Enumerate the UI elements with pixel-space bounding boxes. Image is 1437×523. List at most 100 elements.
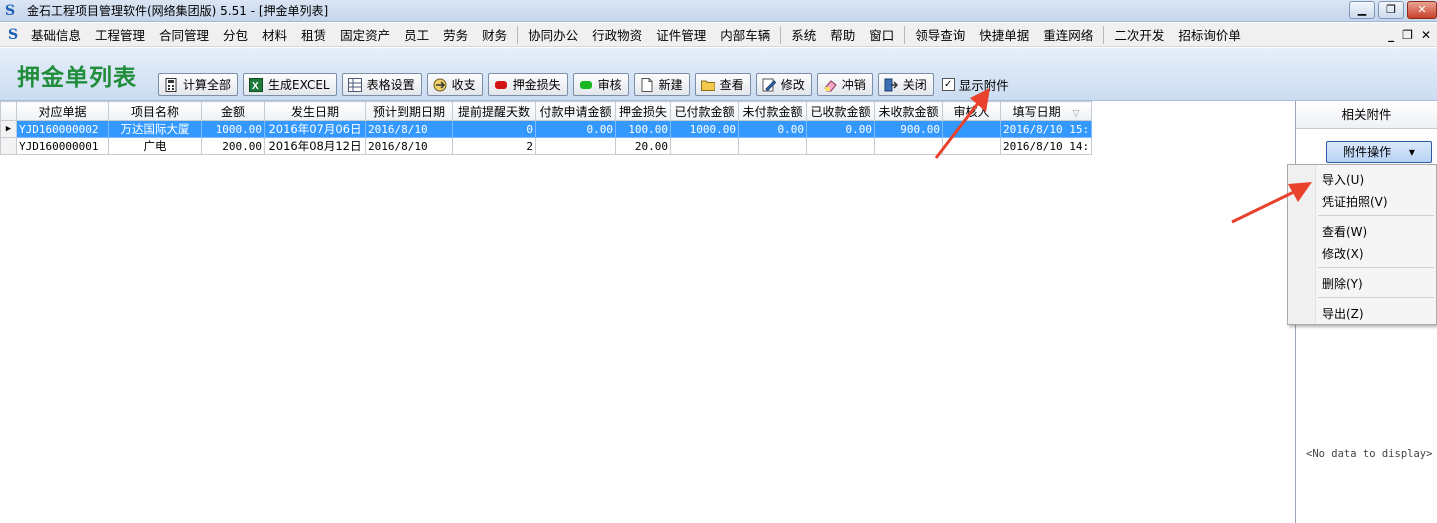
menu-item[interactable]: 工程管理 — [88, 25, 152, 44]
menu-item[interactable]: 二次开发 — [1107, 25, 1171, 44]
column-header[interactable]: 已收款金额 — [806, 101, 875, 121]
column-header[interactable]: 审核人 — [942, 101, 1001, 121]
column-header[interactable]: 未付款金额 — [738, 101, 807, 121]
toolbar-button-label: 押金损失 — [512, 78, 561, 92]
page-header: 押金单列表 计算全部 X 生成EXCEL 表格设置 收支 押金损失 审核 新建 查看 修改 冲销 关闭… — [0, 48, 1437, 101]
toolbar-button[interactable]: 计算全部 — [158, 73, 239, 96]
toolbar-button-label: 计算全部 — [183, 78, 232, 92]
column-header[interactable]: 填写日期 ▽ — [999, 101, 1093, 121]
deposit-table: 对应单据 项目名称 金额 发生日期 预计到期日期 提前提醒天数 付款申请金额 押金损失 已付款金… — [0, 101, 1093, 155]
table-cell — [942, 137, 1001, 155]
menu-item[interactable]: 重连网络 — [1036, 25, 1100, 44]
menu-item[interactable]: 快捷单据 — [972, 25, 1036, 44]
table-cell: 2016年07月06日 — [264, 120, 366, 138]
menu-item[interactable]: 招标询价单 — [1171, 25, 1248, 44]
toolbar-button[interactable]: 查看 — [694, 73, 751, 96]
menu-item[interactable]: 基础信息 — [24, 25, 88, 44]
toolbar-button[interactable]: X 生成EXCEL — [243, 73, 337, 96]
toolbar-button[interactable]: 修改 — [755, 73, 812, 96]
column-header[interactable]: 发生日期 — [264, 101, 366, 121]
column-header[interactable]: 已付款金额 — [670, 101, 739, 121]
menu-item[interactable]: 财务 — [475, 25, 514, 44]
mdi-minimize-button[interactable]: _ — [1388, 28, 1394, 42]
toolbar-button[interactable]: 审核 — [572, 73, 629, 96]
toolbar-button[interactable]: 表格设置 — [341, 73, 422, 96]
table-cell: 0.00 — [535, 120, 616, 138]
menu-separator — [1318, 267, 1434, 268]
column-header[interactable]: 预计到期日期 — [365, 101, 453, 121]
show-attachments-checkbox[interactable]: ✓ — [941, 78, 955, 91]
menu-item[interactable]: 协同办公 — [521, 25, 585, 44]
toolbar-button-label: 冲销 — [841, 78, 866, 92]
app-logo-icon: S — [5, 2, 16, 19]
menu-item[interactable]: 固定资产 — [333, 25, 397, 44]
menu-item[interactable]: 租赁 — [294, 25, 333, 44]
menubar: S 基础信息 工程管理 合同管理 分包 材料 租赁 固定资产 员工 劳务 财务 协同办公 行政物资 证件… — [0, 23, 1437, 47]
svg-text:X: X — [252, 81, 259, 92]
table-cell: YJD160000002 — [16, 120, 109, 138]
toolbar-button-label: 生成EXCEL — [268, 78, 330, 92]
column-header[interactable]: 项目名称 — [108, 101, 202, 121]
table-cell: 1000.00 — [670, 120, 739, 138]
calculator-icon — [164, 77, 178, 92]
attachment-menu-item[interactable]: 修改(X) — [1322, 245, 1364, 262]
menu-item[interactable]: 合同管理 — [152, 25, 216, 44]
attachment-menu-item[interactable]: 导出(Z) — [1322, 305, 1364, 322]
column-header[interactable]: 付款申请金额 — [535, 101, 616, 121]
red-dot-icon — [494, 78, 508, 92]
table-cell: 2016/8/10 — [365, 137, 453, 155]
mdi-restore-button[interactable]: ❐ — [1402, 28, 1413, 42]
show-attachments-toggle[interactable]: ✓ 显示附件 — [941, 75, 1009, 94]
column-header[interactable]: 提前提醒天数 — [452, 101, 536, 121]
toolbar-button[interactable]: 押金损失 — [487, 73, 568, 96]
menu-item[interactable]: 员工 — [397, 25, 436, 44]
column-header[interactable]: 对应单据 — [16, 101, 109, 121]
toolbar-button[interactable]: 新建 — [633, 73, 690, 96]
page-title: 押金单列表 — [17, 64, 137, 91]
menu-separator — [904, 25, 906, 44]
table-row[interactable]: YJD160000001 广电 200.00 2016年08月12日 2016/8/10… — [0, 137, 1093, 155]
menu-item[interactable]: 行政物资 — [585, 25, 649, 44]
menu-item[interactable]: 帮助 — [823, 25, 862, 44]
menu-item[interactable]: 分包 — [216, 25, 255, 44]
table-cell — [942, 120, 1001, 138]
attachment-ops-menu: 导入(U) 凭证拍照(V) 查看(W) 修改(X) 删除(Y) 导出(Z) — [1287, 164, 1437, 325]
table-cell: 2 — [452, 137, 536, 155]
attachment-menu-item[interactable]: 查看(W) — [1322, 223, 1367, 240]
row-indicator — [0, 137, 17, 155]
table-cell: 0.00 — [738, 120, 807, 138]
edit-icon — [762, 78, 776, 92]
toolbar-button-label: 修改 — [780, 78, 805, 92]
transfer-icon — [433, 78, 447, 92]
column-header[interactable]: 押金损失 — [615, 101, 671, 121]
menu-item[interactable]: 内部车辆 — [713, 25, 777, 44]
folder-icon — [700, 78, 715, 92]
attachment-menu-item[interactable]: 凭证拍照(V) — [1322, 193, 1388, 210]
menu-item[interactable]: 窗口 — [862, 25, 901, 44]
close-window-button[interactable]: ✕ — [1407, 1, 1437, 19]
toolbar-button-label: 表格设置 — [366, 78, 415, 92]
restore-button[interactable]: ❐ — [1378, 1, 1404, 19]
table-cell: 1000.00 — [201, 120, 265, 138]
table-cell — [670, 137, 739, 155]
attachment-ops-label: 附件操作 — [1343, 145, 1392, 159]
menu-item[interactable]: 劳务 — [436, 25, 475, 44]
attachment-ops-button[interactable]: 附件操作 ▾ — [1326, 141, 1432, 163]
table-row[interactable]: ▶ YJD160000002 万达国际大厦 1000.00 2016年07月06日 201… — [0, 120, 1093, 138]
toolbar-button[interactable]: 关闭 — [877, 73, 934, 96]
column-header[interactable]: 金额 — [201, 101, 265, 121]
attachment-menu-item[interactable]: 删除(Y) — [1322, 275, 1363, 292]
menu-item[interactable]: 系统 — [784, 25, 823, 44]
table-cell — [535, 137, 616, 155]
attachment-menu-item[interactable]: 导入(U) — [1322, 171, 1364, 188]
table-settings-icon — [347, 77, 362, 92]
toolbar-button[interactable]: 收支 — [426, 73, 483, 96]
toolbar: 计算全部 X 生成EXCEL 表格设置 收支 押金损失 审核 新建 查看 修改 冲销 关闭 ✓ 显示附件 — [158, 73, 1009, 96]
column-header[interactable]: 未收款金额 — [874, 101, 943, 121]
menu-item[interactable]: 材料 — [255, 25, 294, 44]
mdi-close-button[interactable]: ✕ — [1421, 28, 1431, 42]
toolbar-button[interactable]: 冲销 — [816, 73, 873, 96]
minimize-button[interactable]: ▁ — [1349, 1, 1375, 19]
menu-item[interactable]: 证件管理 — [649, 25, 713, 44]
menu-item[interactable]: 领导查询 — [908, 25, 972, 44]
